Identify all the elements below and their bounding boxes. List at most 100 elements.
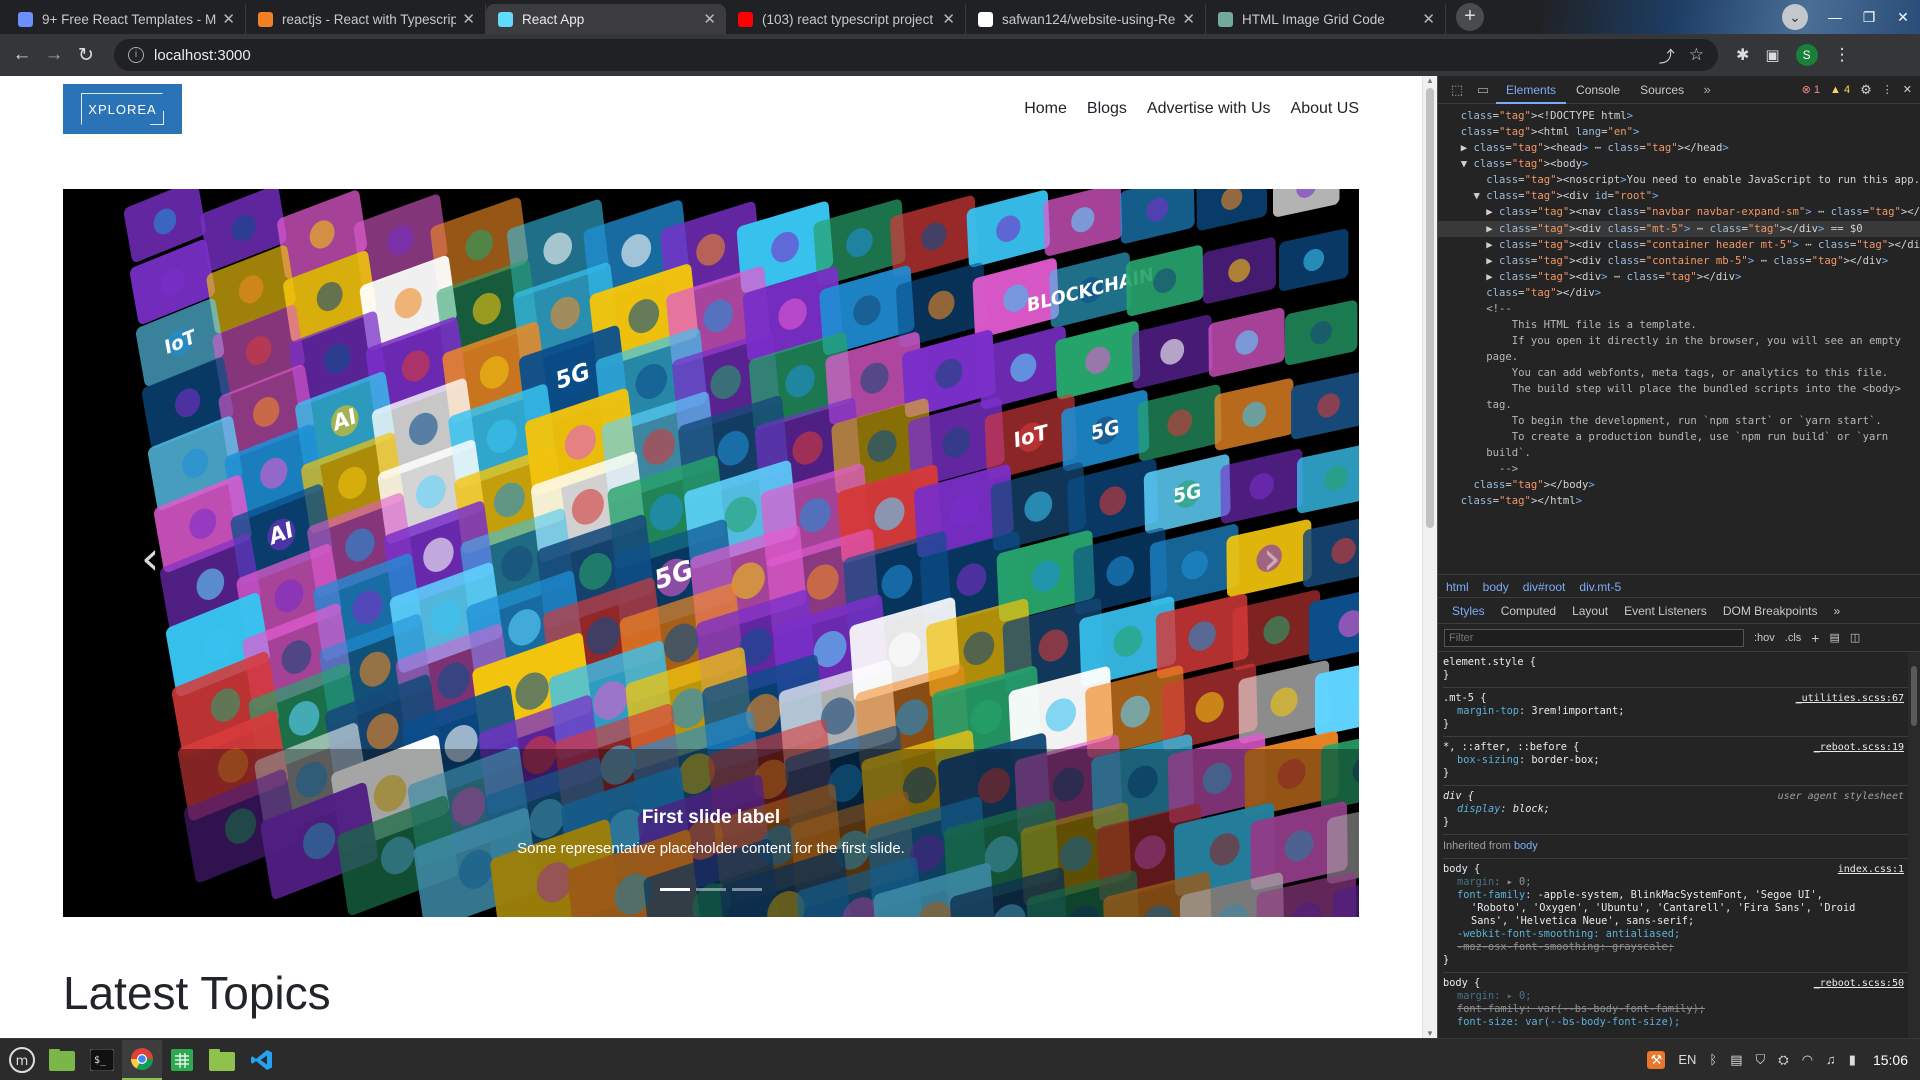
nav-link-home[interactable]: Home	[1024, 100, 1067, 118]
dom-node[interactable]: ▶ class="tag"><div class="container head…	[1448, 237, 1920, 253]
carousel-prev-chevron-icon[interactable]: ‹	[141, 531, 159, 585]
tab-computed[interactable]: Computed	[1493, 604, 1564, 618]
sidebar-toggle-icon[interactable]: ◫	[1850, 631, 1860, 644]
file-manager-icon[interactable]	[202, 1040, 242, 1080]
styles-scrollbar[interactable]	[1908, 652, 1920, 1038]
sound-icon[interactable]: ♫	[1826, 1052, 1836, 1067]
breadcrumb-mt5[interactable]: div.mt-5	[1579, 580, 1621, 594]
address-bar[interactable]: i localhost:3000 ⤴ ☆	[114, 39, 1718, 71]
dom-node[interactable]: class="tag"></body>	[1448, 477, 1920, 493]
spreadsheet-icon[interactable]	[162, 1040, 202, 1080]
browser-tab[interactable]: reactjs - React with Typescrip ✕	[246, 4, 486, 34]
keyboard-layout-indicator[interactable]: EN	[1678, 1052, 1696, 1067]
forward-arrow-icon[interactable]: →	[38, 44, 70, 66]
site-info-icon[interactable]: i	[128, 47, 144, 63]
dom-node[interactable]: class="tag"></html>	[1448, 493, 1920, 509]
rule-declaration[interactable]: margin-top: 3rem!important;	[1443, 705, 1908, 718]
dom-node[interactable]: If you open it directly in the browser, …	[1448, 333, 1920, 349]
update-manager-icon[interactable]: ⚒	[1647, 1050, 1666, 1069]
dom-node[interactable]: <!--	[1448, 301, 1920, 317]
tab-layout[interactable]: Layout	[1564, 604, 1616, 618]
back-arrow-icon[interactable]: ←	[6, 44, 38, 66]
page-scrollbar[interactable]: ▲ ▼	[1422, 76, 1437, 1038]
dom-node[interactable]: ▼ class="tag"><body>	[1448, 156, 1920, 172]
rule-declaration[interactable]: font-family: -apple-system, BlinkMacSyst…	[1443, 889, 1908, 902]
dom-node[interactable]: This HTML file is a template.	[1448, 317, 1920, 333]
tab-close-icon[interactable]: ✕	[1182, 10, 1195, 28]
tab-close-icon[interactable]: ✕	[462, 10, 475, 28]
bookmark-star-icon[interactable]: ☆	[1689, 45, 1704, 65]
dom-node[interactable]: tag.	[1448, 397, 1920, 413]
wifi-icon[interactable]: ◠	[1802, 1052, 1813, 1068]
more-tabs-chevron-icon[interactable]: »	[1694, 82, 1720, 97]
more-style-tabs-icon[interactable]: »	[1826, 604, 1849, 618]
browser-tab[interactable]: safwan124/website-using-Re ✕	[966, 4, 1206, 34]
dom-node[interactable]: ▶ class="tag"><nav class="navbar navbar-…	[1448, 204, 1920, 221]
inherited-from-link[interactable]: body	[1514, 840, 1538, 852]
clipboard-icon[interactable]: ▤	[1730, 1052, 1742, 1068]
profile-avatar[interactable]: S	[1795, 44, 1818, 66]
carousel-next-chevron-icon[interactable]: ›	[1263, 531, 1281, 585]
tab-sources[interactable]: Sources	[1630, 76, 1694, 104]
error-count-badge[interactable]: ⊗ 1	[1802, 83, 1820, 96]
mint-menu-icon[interactable]: m	[2, 1040, 42, 1080]
rule-declaration[interactable]: margin: ▸ 0;	[1443, 876, 1908, 889]
rule-source-link[interactable]: _utilities.scss:67	[1796, 692, 1904, 705]
browser-tab[interactable]: HTML Image Grid Code ✕	[1206, 4, 1446, 34]
styles-scrollbar-thumb[interactable]	[1911, 666, 1917, 726]
rule-declaration[interactable]: box-sizing: border-box;	[1443, 754, 1908, 767]
show-desktop-folder-icon[interactable]	[42, 1040, 82, 1080]
carousel-indicator[interactable]	[696, 888, 726, 891]
dom-node[interactable]: To create a production bundle, use `npm …	[1448, 429, 1920, 445]
dom-node[interactable]: -->	[1448, 461, 1920, 477]
battery-icon[interactable]: ▮	[1849, 1052, 1856, 1068]
dom-node[interactable]: You can add webfonts, meta tags, or anal…	[1448, 365, 1920, 381]
settings-gear-icon[interactable]: ⚙	[1860, 82, 1872, 98]
nav-link-about[interactable]: About US	[1291, 100, 1359, 118]
new-tab-button[interactable]: +	[1456, 3, 1484, 31]
rule-source-link[interactable]: index.css:1	[1838, 863, 1904, 876]
cls-toggle[interactable]: .cls	[1785, 632, 1802, 644]
breadcrumb-root[interactable]: div#root	[1523, 580, 1566, 594]
rule-declaration-disabled[interactable]: -moz-osx-font-smoothing: grayscale;	[1443, 941, 1908, 954]
shield-icon[interactable]: ⛉	[1756, 1052, 1766, 1068]
tab-close-icon[interactable]: ✕	[703, 10, 716, 28]
terminal-icon[interactable]: $_	[82, 1040, 122, 1080]
new-rule-plus-icon[interactable]: +	[1811, 630, 1819, 646]
rule-declaration[interactable]: font-size: var(--bs-body-font-size);	[1443, 1016, 1908, 1029]
carousel-indicator[interactable]	[732, 888, 762, 891]
hov-toggle[interactable]: :hov	[1754, 632, 1775, 644]
share-icon[interactable]: ⤴	[1659, 43, 1675, 67]
tab-search-icon[interactable]: ⌄	[1782, 4, 1808, 30]
rule-declaration[interactable]: -webkit-font-smoothing: antialiased;	[1443, 928, 1908, 941]
browser-tab[interactable]: (103) react typescript project ✕	[726, 4, 966, 34]
breadcrumb-html[interactable]: html	[1446, 580, 1469, 594]
browser-tab[interactable]: React App ✕	[486, 4, 726, 34]
tab-close-icon[interactable]: ✕	[1422, 10, 1435, 28]
site-logo[interactable]: XPLOREA	[63, 84, 182, 134]
devtools-close-icon[interactable]: ✕	[1903, 83, 1912, 96]
chrome-icon[interactable]	[122, 1039, 162, 1080]
carousel-indicator[interactable]	[660, 888, 690, 891]
warning-count-badge[interactable]: ▲ 4	[1830, 84, 1850, 96]
tab-event-listeners[interactable]: Event Listeners	[1616, 604, 1715, 618]
dom-node[interactable]: class="tag"><html lang="en">	[1448, 124, 1920, 140]
browser-tab[interactable]: 9+ Free React Templates - Ma ✕	[6, 4, 246, 34]
dom-node-selected[interactable]: ▶ class="tag"><div class="mt-5"> ⋯ class…	[1438, 221, 1920, 237]
tab-close-icon[interactable]: ✕	[942, 10, 955, 28]
browser-menu-icon[interactable]: ⋮	[1834, 45, 1851, 65]
dom-node[interactable]: The build step will place the bundled sc…	[1448, 381, 1920, 397]
nav-link-blogs[interactable]: Blogs	[1087, 100, 1127, 118]
dom-node[interactable]: class="tag"></div>	[1448, 285, 1920, 301]
rule-source-link[interactable]: _reboot.scss:50	[1814, 977, 1904, 990]
paint-icon[interactable]: ▤	[1829, 631, 1839, 644]
nav-link-advertise[interactable]: Advertise with Us	[1147, 100, 1271, 118]
scroll-up-icon[interactable]: ▲	[1426, 76, 1434, 85]
dom-node[interactable]: build`.	[1448, 445, 1920, 461]
close-window-button[interactable]: ✕	[1886, 9, 1920, 26]
maximize-button[interactable]: ❐	[1852, 9, 1886, 26]
dom-node[interactable]: ▶ class="tag"><head> ⋯ class="tag"></hea…	[1448, 140, 1920, 156]
tab-close-icon[interactable]: ✕	[222, 10, 235, 28]
tab-console[interactable]: Console	[1566, 76, 1630, 104]
device-toolbar-icon[interactable]: ▭	[1470, 82, 1496, 98]
